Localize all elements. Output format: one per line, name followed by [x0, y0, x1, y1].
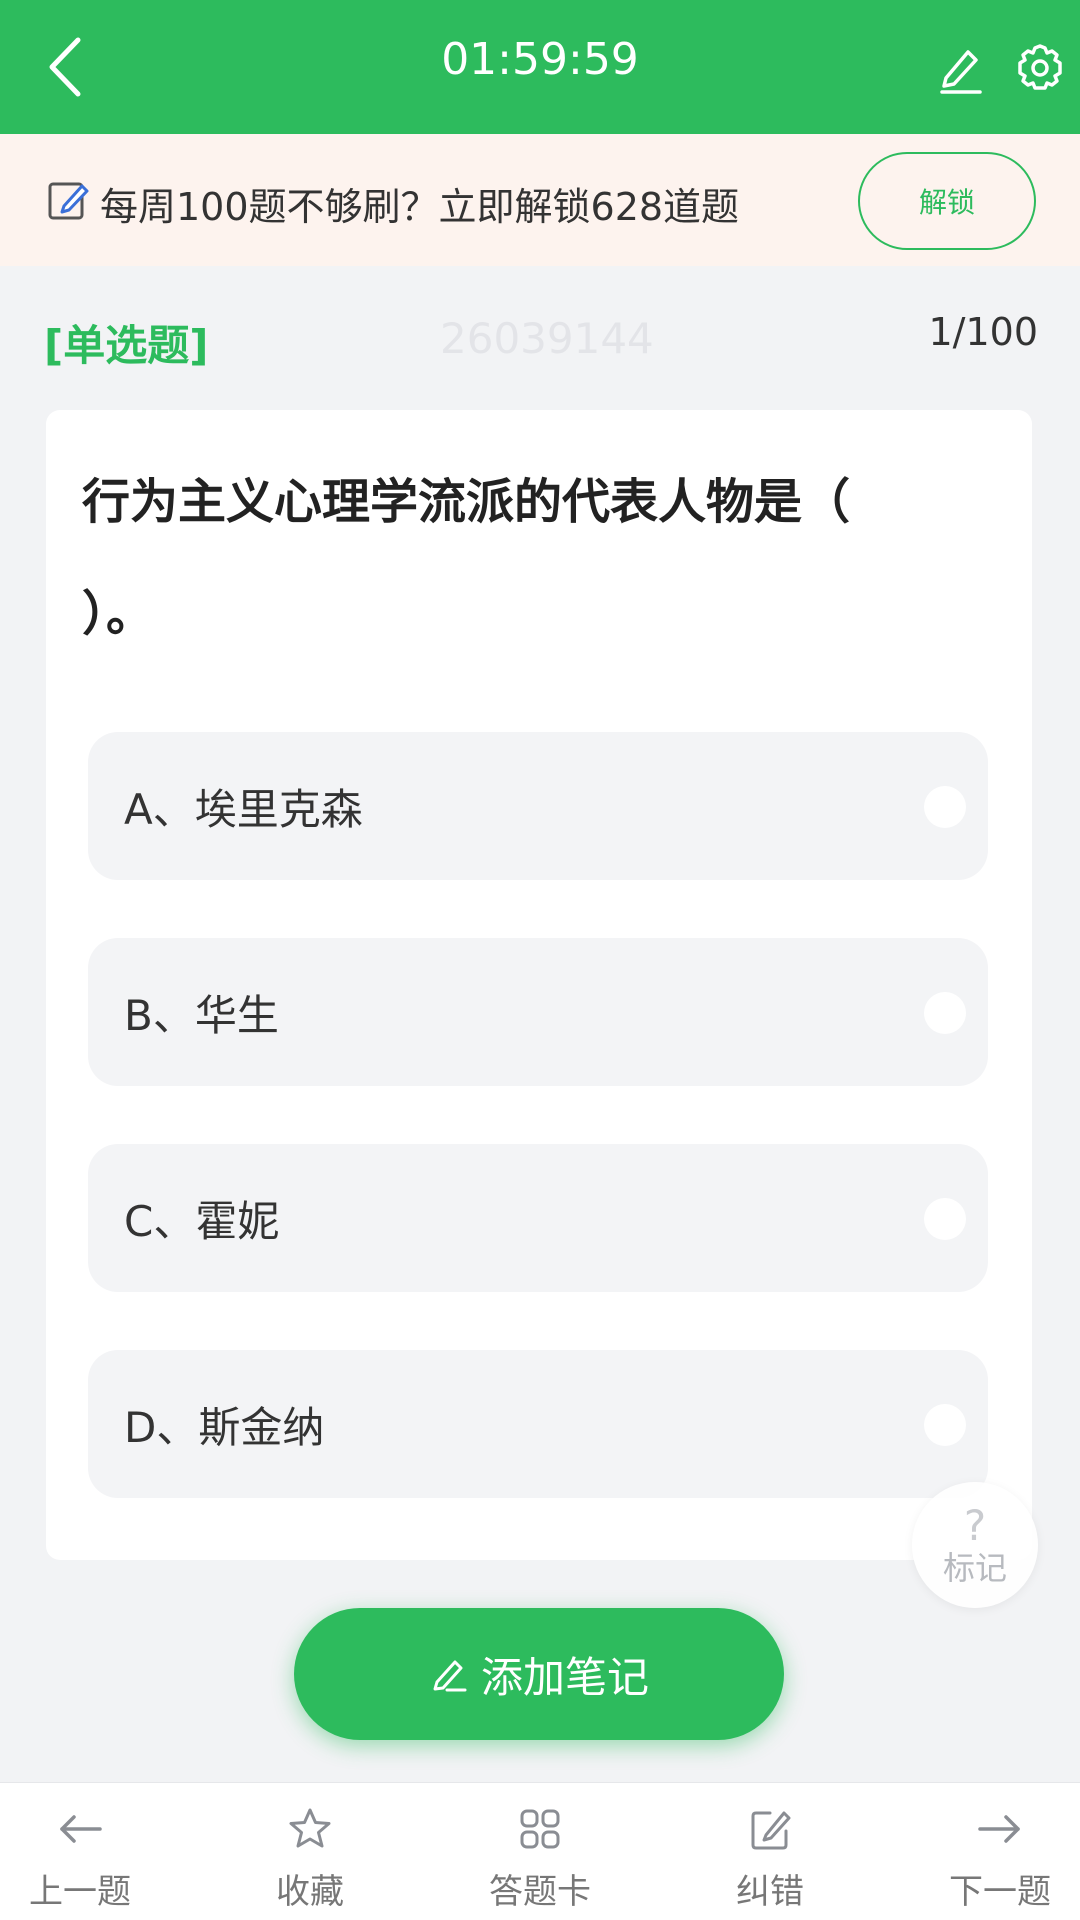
option-c[interactable]: C、霍妮 [88, 1144, 988, 1292]
option-d[interactable]: D、斯金纳 [88, 1350, 988, 1498]
question-progress: 1/100 [928, 310, 1038, 354]
radio-button[interactable] [924, 1198, 966, 1240]
nav-label: 纠错 [736, 1872, 804, 1912]
countdown-timer: 01:59:59 [441, 34, 639, 85]
grid-icon [516, 1803, 564, 1854]
add-note-label: 添加笔记 [480, 1652, 649, 1702]
option-label: C、霍妮 [124, 1196, 280, 1246]
watermark-id: 26039144 [440, 314, 654, 363]
question-mark-icon: ? [963, 1501, 987, 1550]
unlock-button[interactable]: 解锁 [858, 152, 1036, 250]
mark-button[interactable]: ? 标记 [912, 1482, 1038, 1608]
question-type-label: [单选题] [44, 321, 209, 370]
nav-label: 收藏 [276, 1872, 344, 1912]
nav-label: 答题卡 [489, 1872, 591, 1912]
edit-note-icon [46, 178, 90, 222]
promo-text: 每周100题不够刷？立即解锁628道题 [100, 185, 740, 229]
star-icon [286, 1803, 334, 1854]
report-error-button[interactable]: 纠错 [690, 1803, 850, 1913]
edit-button[interactable] [932, 40, 988, 96]
radio-button[interactable] [924, 1404, 966, 1446]
option-label: D、斯金纳 [124, 1402, 325, 1452]
option-label: B、华生 [124, 990, 279, 1040]
nav-label: 上一题 [29, 1872, 131, 1912]
favorite-button[interactable]: 收藏 [230, 1803, 390, 1913]
nav-label: 下一题 [949, 1872, 1051, 1912]
answer-card-button[interactable]: 答题卡 [460, 1803, 620, 1913]
radio-button[interactable] [924, 992, 966, 1034]
mark-label: 标记 [942, 1549, 1007, 1587]
next-question-button[interactable]: 下一题 [920, 1803, 1080, 1913]
radio-button[interactable] [924, 786, 966, 828]
option-b[interactable]: B、华生 [88, 938, 988, 1086]
add-note-button[interactable]: 添加笔记 [294, 1608, 784, 1740]
bottom-nav-bar: 上一题 收藏 答题卡 纠错 下一题 [0, 1782, 1080, 1920]
arrow-left-icon [56, 1803, 104, 1854]
prev-question-button[interactable]: 上一题 [0, 1803, 160, 1913]
pen-icon [433, 1660, 467, 1692]
settings-button[interactable] [1012, 40, 1068, 96]
option-label: A、埃里克森 [124, 784, 363, 834]
gear-icon [1018, 44, 1062, 90]
option-a[interactable]: A、埃里克森 [88, 732, 988, 880]
arrow-right-icon [976, 1803, 1024, 1854]
edit-icon [746, 1803, 794, 1854]
top-bar: 01:59:59 [0, 0, 1080, 134]
question-text: 行为主义心理学流派的代表人物是（ ）。 [82, 474, 851, 642]
pencil-icon [940, 50, 982, 94]
